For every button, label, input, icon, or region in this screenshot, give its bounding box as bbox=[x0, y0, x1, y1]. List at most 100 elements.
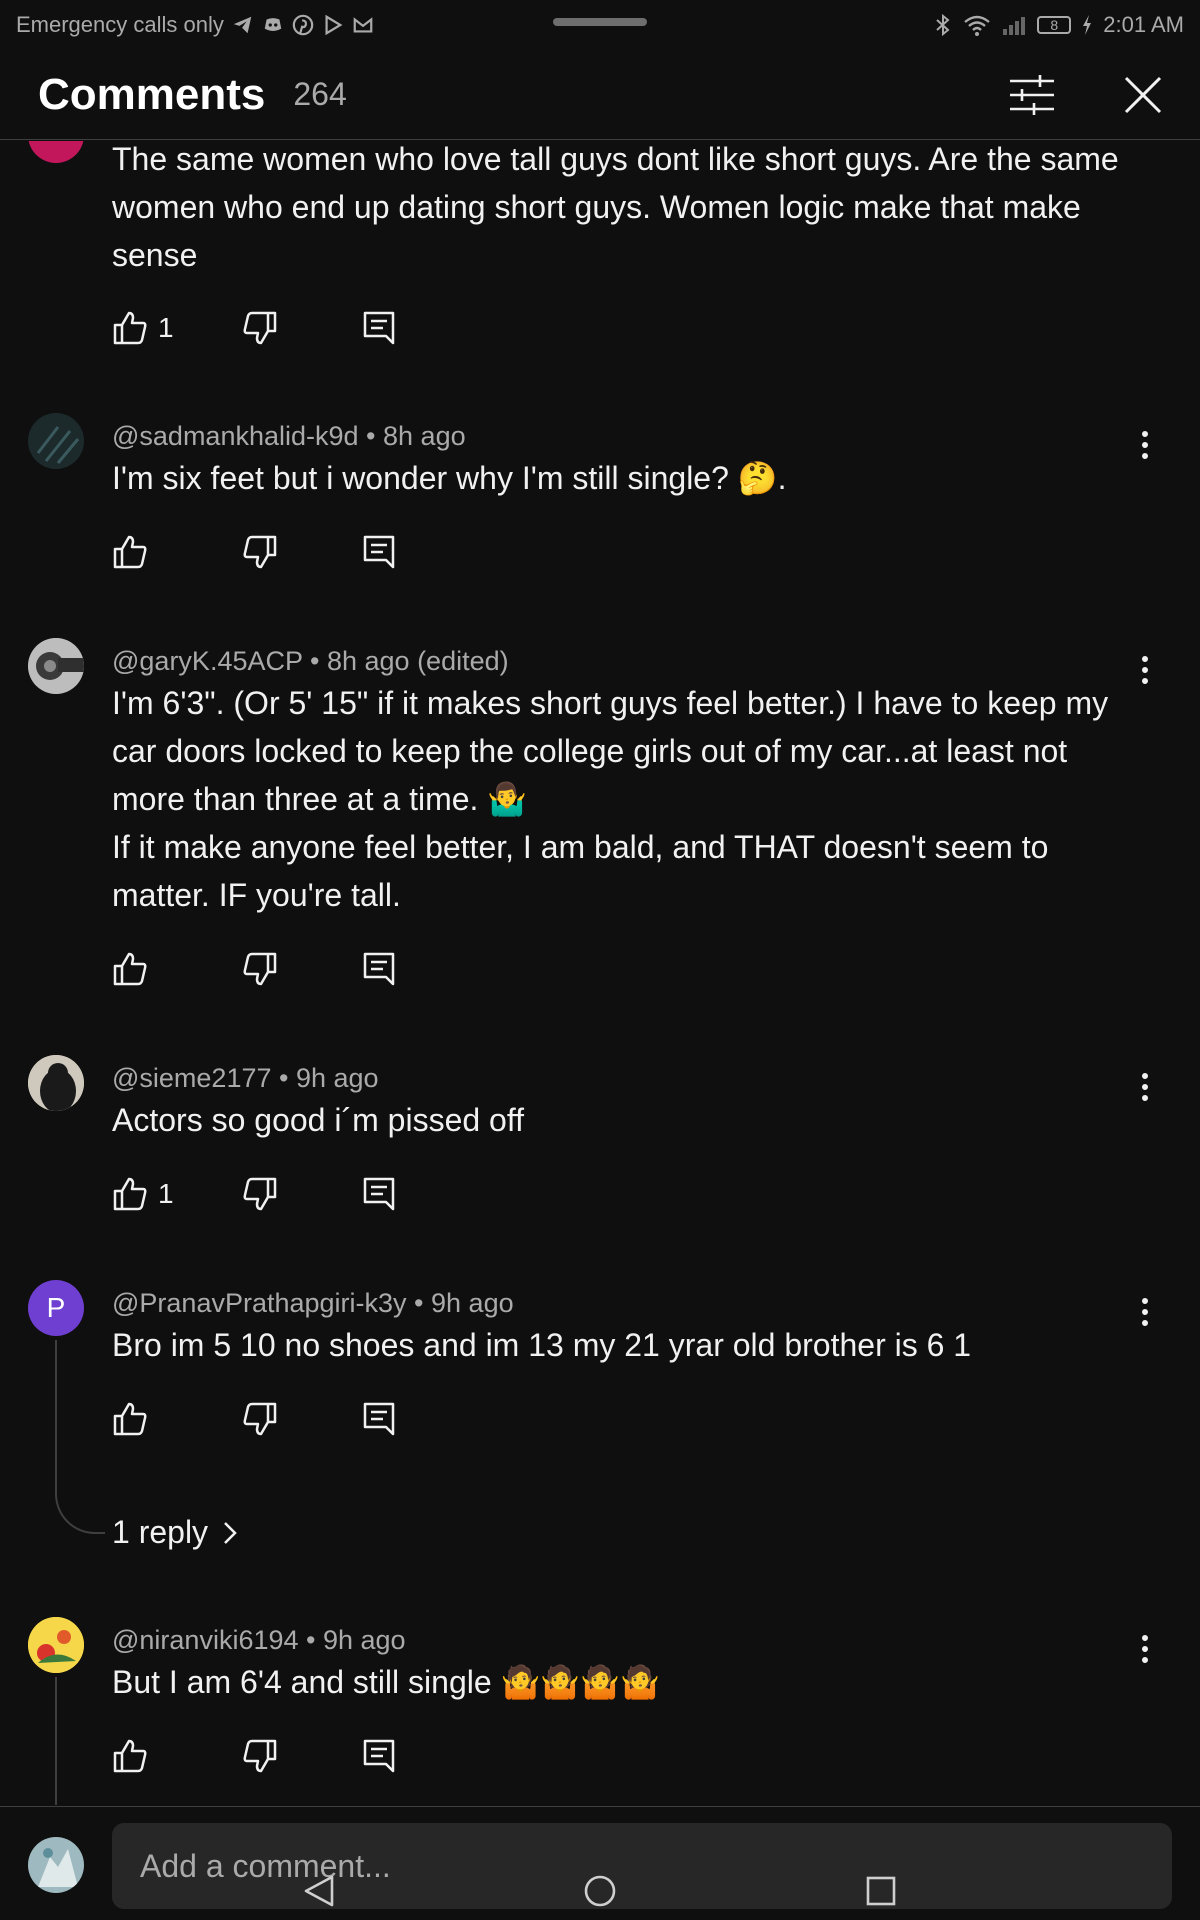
view-replies-button[interactable]: 1 reply bbox=[112, 1514, 238, 1551]
wifi-icon bbox=[964, 15, 991, 36]
recents-nav-button[interactable] bbox=[864, 1874, 898, 1913]
comment-input-placeholder: Add a comment... bbox=[140, 1847, 391, 1884]
dislike-button[interactable] bbox=[242, 310, 278, 346]
comment-meta: @garyK.45ACP • 8h ago (edited) bbox=[112, 646, 509, 676]
like-icon bbox=[113, 1739, 147, 1773]
avatar[interactable] bbox=[28, 638, 84, 694]
reply-icon bbox=[363, 1739, 395, 1773]
clock: 2:01 AM bbox=[1103, 12, 1184, 37]
pinterest-icon bbox=[292, 14, 314, 36]
like-count: 1 bbox=[158, 312, 174, 343]
like-button[interactable] bbox=[112, 534, 158, 570]
reply-icon bbox=[363, 952, 395, 986]
thread-line bbox=[55, 1677, 105, 1805]
comment-author[interactable]: @niranviki6194 bbox=[112, 1625, 299, 1655]
bluetooth-icon bbox=[936, 13, 950, 37]
avatar-letter: P bbox=[46, 1292, 66, 1323]
comment-text: I'm six feet but i wonder why I'm still … bbox=[112, 460, 787, 496]
dislike-icon bbox=[243, 1739, 277, 1773]
reply-button[interactable] bbox=[362, 534, 396, 570]
comment-author[interactable]: @sieme2177 bbox=[112, 1063, 272, 1093]
sheet-drag-handle[interactable] bbox=[553, 18, 647, 26]
like-button[interactable] bbox=[112, 1401, 158, 1437]
dislike-button[interactable] bbox=[242, 1738, 278, 1774]
avatar[interactable] bbox=[28, 1055, 84, 1111]
reply-icon bbox=[363, 1177, 395, 1211]
more-vert-icon bbox=[1142, 1073, 1148, 1079]
like-icon bbox=[113, 952, 147, 986]
home-nav-button[interactable] bbox=[583, 1874, 617, 1913]
reply-button[interactable] bbox=[362, 1176, 396, 1212]
battery-icon: 8 bbox=[1037, 16, 1072, 34]
like-button[interactable]: 1 bbox=[112, 1176, 174, 1212]
comment-text: I'm 6'3". (Or 5' 15" if it makes short g… bbox=[112, 685, 1109, 913]
like-icon bbox=[113, 535, 147, 569]
more-vert-icon bbox=[1142, 1635, 1148, 1641]
telegram-icon bbox=[233, 16, 252, 34]
signal-icon bbox=[1003, 17, 1026, 35]
close-button[interactable] bbox=[1124, 76, 1162, 114]
more-vert-icon bbox=[1142, 1298, 1148, 1304]
avatar[interactable] bbox=[28, 1617, 84, 1673]
close-icon bbox=[1124, 76, 1162, 113]
comment-time: 8h ago bbox=[383, 421, 466, 451]
back-nav-icon bbox=[304, 1875, 334, 1907]
comment-time: 9h ago bbox=[322, 1625, 406, 1655]
more-options-button[interactable] bbox=[1130, 1629, 1160, 1669]
comments-list[interactable]: The same women who love tall guys dont l… bbox=[0, 141, 1200, 1805]
more-options-button[interactable] bbox=[1130, 425, 1160, 465]
dislike-button[interactable] bbox=[242, 951, 278, 987]
more-options-button[interactable] bbox=[1130, 650, 1160, 690]
filter-icon bbox=[1010, 74, 1054, 115]
charging-icon bbox=[1083, 15, 1092, 35]
filter-button[interactable] bbox=[1008, 73, 1056, 117]
avatar[interactable] bbox=[28, 141, 84, 163]
like-icon bbox=[113, 1177, 147, 1211]
reply-button[interactable] bbox=[362, 1401, 396, 1437]
comment-author[interactable]: @PranavPrathapgiri-k3y bbox=[112, 1288, 407, 1318]
avatar[interactable] bbox=[28, 413, 84, 469]
comment-count: 264 bbox=[293, 76, 347, 112]
more-options-button[interactable] bbox=[1130, 1067, 1160, 1107]
comment-author[interactable]: @sadmankhalid-k9d bbox=[112, 421, 359, 451]
comment-input[interactable]: Add a comment... bbox=[112, 1823, 1172, 1909]
reply-button[interactable] bbox=[362, 951, 396, 987]
dislike-button[interactable] bbox=[242, 1401, 278, 1437]
comments-header: Comments 264 bbox=[0, 50, 1200, 140]
comment-meta: @niranviki6194 • 9h ago bbox=[112, 1625, 406, 1655]
comment-meta: @PranavPrathapgiri-k3y • 9h ago bbox=[112, 1288, 514, 1318]
reply-icon bbox=[363, 311, 395, 345]
home-nav-icon bbox=[584, 1875, 616, 1907]
comment-time: 9h ago bbox=[295, 1063, 379, 1093]
like-button[interactable]: 1 bbox=[112, 310, 174, 346]
dislike-icon bbox=[243, 1177, 277, 1211]
dislike-icon bbox=[243, 952, 277, 986]
avatar[interactable]: P bbox=[28, 1280, 84, 1336]
more-vert-icon bbox=[1142, 431, 1148, 437]
dislike-icon bbox=[243, 535, 277, 569]
reply-icon bbox=[363, 1402, 395, 1436]
comment-meta: @sadmankhalid-k9d • 8h ago bbox=[112, 421, 466, 451]
comment-text: But I am 6'4 and still single 🤷🤷🤷🤷 bbox=[112, 1664, 660, 1700]
comment-text: The same women who love tall guys dont l… bbox=[112, 141, 1119, 273]
back-nav-button[interactable] bbox=[302, 1874, 336, 1913]
dislike-button[interactable] bbox=[242, 534, 278, 570]
comment-author[interactable]: @garyK.45ACP bbox=[112, 646, 303, 676]
recents-nav-icon bbox=[866, 1876, 896, 1906]
dislike-icon bbox=[243, 311, 277, 345]
like-button[interactable] bbox=[112, 1738, 158, 1774]
reply-icon bbox=[363, 535, 395, 569]
reply-button[interactable] bbox=[362, 310, 396, 346]
more-vert-icon bbox=[1142, 656, 1148, 662]
comment-time: 8h ago (edited) bbox=[326, 646, 509, 676]
more-options-button[interactable] bbox=[1130, 1292, 1160, 1332]
dislike-button[interactable] bbox=[242, 1176, 278, 1212]
replies-count: 1 reply bbox=[112, 1514, 209, 1550]
reply-button[interactable] bbox=[362, 1738, 396, 1774]
comment-meta: @sieme2177 • 9h ago bbox=[112, 1063, 379, 1093]
like-icon bbox=[113, 311, 147, 345]
like-button[interactable] bbox=[112, 951, 158, 987]
discord-icon bbox=[264, 18, 282, 31]
carrier-text: Emergency calls only bbox=[16, 12, 224, 37]
dislike-icon bbox=[243, 1402, 277, 1436]
